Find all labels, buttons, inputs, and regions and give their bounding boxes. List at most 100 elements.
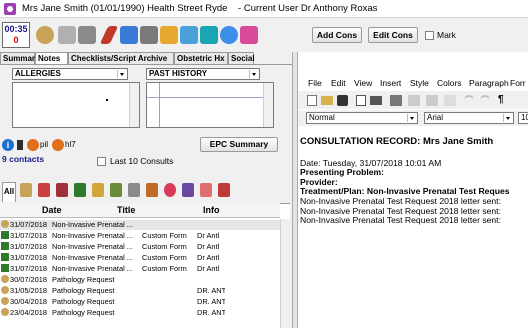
table-row[interactable]: 31/07/2018 Non-Invasive Prenatal ... Cus… (0, 264, 280, 274)
print-icon[interactable] (370, 96, 382, 105)
table-row[interactable]: 30/04/2018 Pathology Request DR. ANT (0, 297, 280, 307)
clear-icon[interactable] (444, 95, 456, 106)
editor-toolbar: ¶ (298, 91, 528, 109)
col-title[interactable]: Title (117, 205, 135, 215)
phone-icon[interactable] (17, 140, 23, 150)
syringe-icon[interactable] (218, 183, 230, 197)
table-row[interactable]: 31/07/2018 Non-Invasive Prenatal ... Cus… (0, 242, 280, 252)
row-author: Dr Antl (197, 264, 220, 273)
allergies-scrollbar[interactable] (129, 83, 139, 127)
pill-icon[interactable] (27, 139, 39, 151)
row-title: Non-Invasive Prenatal ... (52, 253, 133, 262)
cut-icon[interactable] (390, 95, 402, 106)
row-title: Pathology Request (52, 297, 115, 306)
copy-icon[interactable] (408, 95, 420, 106)
calendar-icon[interactable] (182, 183, 194, 197)
tab-all[interactable]: All (2, 182, 16, 202)
epc-summary-button[interactable]: EPC Summary (200, 137, 278, 152)
last10-checkbox[interactable] (97, 157, 106, 166)
table-row[interactable]: 31/07/2018 Non-Invasive Prenatal ... (0, 220, 280, 230)
menu-style[interactable]: Style (410, 78, 429, 88)
wheelchair-icon[interactable] (110, 183, 122, 197)
monitor-icon[interactable] (180, 26, 198, 44)
table-scrollbar[interactable] (280, 219, 290, 328)
past-history-dropdown[interactable]: PAST HISTORY (146, 68, 260, 80)
tab-summary[interactable]: Summary (0, 52, 39, 64)
col-date[interactable]: Date (42, 205, 62, 215)
folder-icon[interactable] (160, 26, 178, 44)
add-icon[interactable] (200, 26, 218, 44)
add-cons-button[interactable]: Add Cons (312, 27, 362, 43)
hl7-icon[interactable] (52, 139, 64, 151)
consult-timer[interactable]: 00:35 0 (2, 22, 30, 48)
print-preview-icon[interactable] (356, 95, 366, 106)
past-history-label: PAST HISTORY (149, 69, 208, 78)
tab-social[interactable]: Social (228, 52, 255, 64)
size-select[interactable]: 10 (518, 112, 528, 124)
row-title: Non-Invasive Prenatal ... (52, 231, 133, 240)
pen-green-icon[interactable] (74, 183, 86, 197)
table-row[interactable]: 30/07/2018 Pathology Request (0, 275, 280, 285)
document-icon[interactable] (128, 183, 140, 197)
redo-icon[interactable] (480, 95, 490, 105)
allergies-box[interactable] (12, 82, 140, 128)
table-body: 31/07/2018 Non-Invasive Prenatal ... 31/… (0, 220, 280, 328)
past-history-box[interactable] (146, 82, 274, 128)
menu-edit[interactable]: Edit (331, 78, 346, 88)
heart-icon[interactable] (164, 183, 176, 197)
pen-icon (1, 231, 9, 239)
table-row[interactable]: 31/05/2018 Pathology Request DR. ANT (0, 286, 280, 296)
doctor-icon[interactable] (20, 183, 32, 197)
menu-file[interactable]: File (308, 78, 322, 88)
wheelchair-icon[interactable] (78, 26, 96, 44)
col-info[interactable]: Info (203, 205, 220, 215)
row-title: Non-Invasive Prenatal ... (52, 220, 133, 229)
style-select[interactable]: Normal (306, 112, 418, 124)
menu-paragraph[interactable]: Paragraph (469, 78, 509, 88)
allergies-dropdown[interactable]: ALLERGIES (12, 68, 128, 80)
paste-icon[interactable] (426, 95, 438, 106)
person-icon[interactable] (92, 183, 104, 197)
save-icon[interactable] (337, 95, 348, 106)
row-title: Pathology Request (52, 286, 115, 295)
tab-checklists[interactable]: Checklists/Script Archive (68, 52, 174, 64)
edit-cons-button[interactable]: Edit Cons (368, 27, 418, 43)
mark-checkbox[interactable] (425, 31, 434, 40)
flask-icon[interactable] (200, 183, 212, 197)
pill-label: pil (40, 140, 49, 149)
table-row[interactable]: 31/07/2018 Non-Invasive Prenatal ... Cus… (0, 253, 280, 263)
table-row[interactable]: 31/07/2018 Non-Invasive Prenatal ... Cus… (0, 231, 280, 241)
stethoscope-icon[interactable] (58, 26, 76, 44)
row-title: Pathology Request (52, 275, 115, 284)
undo-icon[interactable] (464, 95, 474, 105)
contacts-count[interactable]: 9 contacts (2, 154, 44, 164)
pen-red-icon[interactable] (38, 183, 50, 197)
menu-insert[interactable]: Insert (380, 78, 401, 88)
pills-icon[interactable] (146, 183, 158, 197)
new-doc-icon[interactable] (307, 95, 317, 106)
editor-menu-bar: File Edit View Insert Style Colors Parag… (298, 74, 528, 90)
row-date: 31/07/2018 (10, 220, 47, 229)
font-select[interactable]: Arial (424, 112, 514, 124)
table-row[interactable]: 23/04/2018 Pathology Request DR. ANT (0, 308, 280, 318)
open-folder-icon[interactable] (321, 96, 333, 105)
scan-icon[interactable] (120, 26, 138, 44)
pen-icon[interactable] (56, 183, 68, 197)
menu-format[interactable]: Forr (510, 78, 526, 88)
patient-icon[interactable] (36, 26, 54, 44)
menu-colors[interactable]: Colors (437, 78, 462, 88)
current-user: - Current User Dr Anthony Roxas (238, 3, 378, 14)
past-history-scrollbar[interactable] (263, 83, 273, 127)
chevron-down-icon (407, 114, 416, 122)
info-icon[interactable]: i (2, 139, 14, 151)
menu-view[interactable]: View (354, 78, 372, 88)
row-info: Custom Form (142, 253, 187, 262)
chart-icon[interactable] (240, 26, 258, 44)
sms-icon[interactable] (220, 26, 238, 44)
row-date: 23/04/2018 (10, 308, 47, 317)
tab-obstetric[interactable]: Obstetric Hx (174, 52, 228, 64)
pills-icon[interactable] (140, 26, 158, 44)
row-info: Custom Form (142, 264, 187, 273)
paragraph-mark-icon[interactable]: ¶ (498, 94, 504, 105)
consultation-document[interactable]: CONSULTATION RECORD: Mrs Jane Smith Date… (300, 137, 528, 328)
